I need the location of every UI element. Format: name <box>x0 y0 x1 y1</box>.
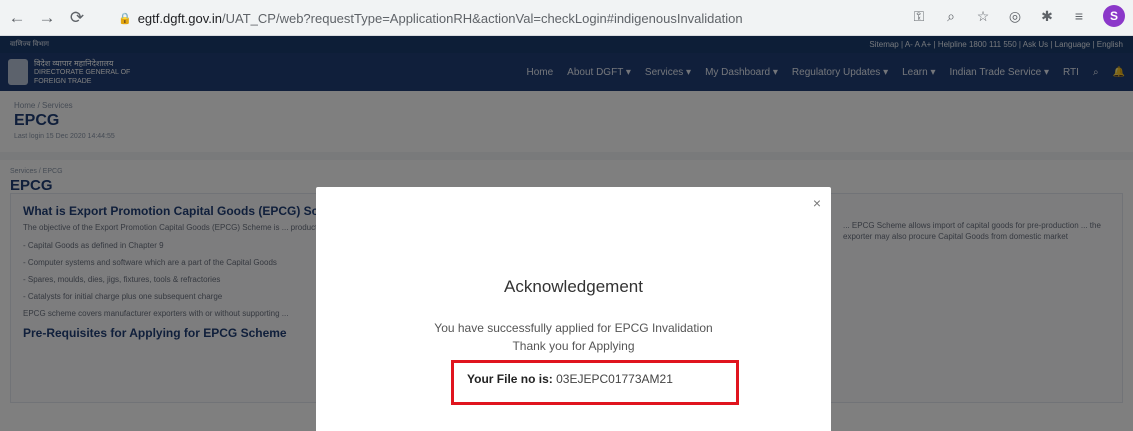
url-text: egtf.dgft.gov.in/UAT_CP/web?requestType=… <box>138 11 743 26</box>
address-bar[interactable]: 🔒 egtf.dgft.gov.in/UAT_CP/web?requestTyp… <box>112 4 897 32</box>
file-label: Your File no is: <box>467 372 553 386</box>
modal-message: You have successfully applied for EPCG I… <box>316 319 831 355</box>
lock-icon: 🔒 <box>118 12 132 25</box>
forward-arrow-icon[interactable]: → <box>34 5 60 31</box>
back-arrow-icon[interactable]: ← <box>4 5 30 31</box>
acknowledgement-modal: × Acknowledgement You have successfully … <box>316 187 831 431</box>
star-icon[interactable]: ☆ <box>975 8 991 25</box>
url-path: /UAT_CP/web?requestType=ApplicationRH&ac… <box>222 10 743 26</box>
extension-circle-icon[interactable]: ◎ <box>1007 8 1023 25</box>
browser-actions: ⚿ ⌕ ☆ ◎ ✱ ≡ S <box>911 5 1125 27</box>
message-line-1: You have successfully applied for EPCG I… <box>434 321 713 335</box>
key-icon[interactable]: ⚿ <box>911 8 927 25</box>
zoom-icon[interactable]: ⌕ <box>943 8 959 25</box>
puzzle-icon[interactable]: ✱ <box>1039 8 1055 25</box>
message-line-2: Thank you for Applying <box>512 339 635 353</box>
modal-title: Acknowledgement <box>504 277 643 296</box>
file-number-box: Your File no is: 03EJEPC01773AM21 <box>451 360 739 405</box>
profile-avatar[interactable]: S <box>1103 5 1125 27</box>
browser-toolbar: ← → ⟳ 🔒 egtf.dgft.gov.in/UAT_CP/web?requ… <box>0 0 1133 36</box>
url-host: egtf.dgft.gov.in <box>137 10 223 26</box>
reload-icon[interactable]: ⟳ <box>64 5 90 31</box>
file-number: 03EJEPC01773AM21 <box>556 372 673 386</box>
reading-list-icon[interactable]: ≡ <box>1071 8 1087 24</box>
close-icon[interactable]: × <box>813 195 821 211</box>
